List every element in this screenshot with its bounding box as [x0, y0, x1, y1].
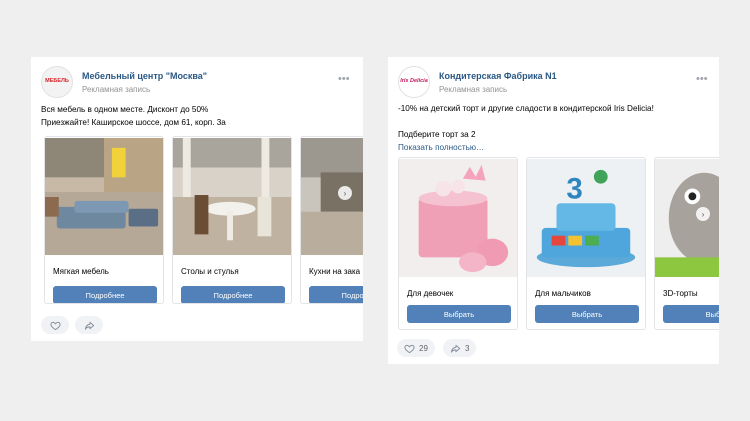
share-button[interactable]	[75, 316, 103, 334]
post-text-spacer	[398, 115, 654, 128]
share-icon	[84, 321, 94, 330]
post-text: -10% на детский торт и другие сладости в…	[398, 102, 654, 154]
ad-post-furniture: МЕБЕЛЬ Мебельный центр "Москва" Рекламна…	[31, 57, 363, 341]
author-name-link[interactable]: Кондитерская Фабрика N1	[439, 71, 557, 81]
card-image-blue-cake: 3	[527, 159, 645, 277]
post-text-line: Подберите торт за 2	[398, 130, 476, 139]
card-title: Для девочек	[407, 289, 454, 298]
ad-post-confectionery: Iris Delicia Кондитерская Фабрика N1 Рек…	[388, 57, 719, 364]
carousel-card[interactable]: 3 Для мальчиков Выбрать	[526, 157, 646, 330]
ad-label: Рекламная запись	[82, 85, 151, 94]
logo-text: Iris Delicia	[400, 78, 428, 85]
card-image-3d-cake	[655, 159, 719, 277]
post-text: Вся мебель в одном месте. Дисконт до 50%…	[41, 103, 226, 129]
carousel-card[interactable]: 3D-торты Выбр	[654, 157, 719, 330]
logo-text: МЕБЕЛЬ	[45, 78, 69, 85]
carousel-next-icon[interactable]: ›	[338, 186, 352, 200]
share-button[interactable]: 3	[443, 339, 477, 357]
ad-label: Рекламная запись	[439, 85, 508, 94]
post-header: Iris Delicia Кондитерская Фабрика N1 Рек…	[398, 66, 719, 98]
card-title: Мягкая мебель	[53, 267, 109, 276]
carousel-next-icon[interactable]: ›	[696, 207, 710, 221]
card-image-sofa	[45, 137, 163, 256]
post-text-line: -10% на детский торт и другие сладости в…	[398, 104, 654, 113]
heart-icon	[404, 344, 415, 353]
like-button[interactable]	[41, 316, 69, 334]
post-text-line: Приезжайте! Каширское шоссе, дом 61, кор…	[41, 118, 226, 127]
card-image-kitchen	[301, 137, 363, 256]
like-count: 29	[419, 343, 428, 353]
carousel-card[interactable]: Столы и стулья Подробнее	[172, 136, 292, 304]
post-header: МЕБЕЛЬ Мебельный центр "Москва" Рекламна…	[41, 66, 363, 98]
show-more-link[interactable]: Показать полностью…	[398, 141, 654, 154]
share-icon	[450, 344, 461, 353]
svg-text:3: 3	[566, 172, 582, 205]
choose-button[interactable]: Выбрать	[407, 305, 511, 323]
more-icon[interactable]: •••	[338, 74, 350, 85]
share-count: 3	[465, 343, 470, 353]
heart-icon	[49, 321, 61, 330]
card-title: 3D-торты	[663, 289, 698, 298]
details-button[interactable]: Подробнее	[309, 286, 363, 303]
card-image-tables	[173, 137, 291, 256]
card-title: Для мальчиков	[535, 289, 591, 298]
details-button[interactable]: Подробнее	[181, 286, 285, 303]
more-icon[interactable]: •••	[696, 74, 708, 85]
author-avatar[interactable]: МЕБЕЛЬ	[41, 66, 73, 98]
author-avatar[interactable]: Iris Delicia	[398, 66, 430, 98]
choose-button[interactable]: Выбрать	[535, 305, 639, 323]
details-button[interactable]: Подробнее	[53, 286, 157, 303]
card-title: Столы и стулья	[181, 267, 239, 276]
carousel-card[interactable]: Кухни на зака Подробнее	[300, 136, 363, 304]
like-button[interactable]: 29	[397, 339, 435, 357]
carousel-card[interactable]: Мягкая мебель Подробнее	[44, 136, 164, 304]
carousel-card[interactable]: Для девочек Выбрать	[398, 157, 518, 330]
post-text-line: Вся мебель в одном месте. Дисконт до 50%	[41, 105, 209, 114]
card-image-pink-cake	[399, 159, 517, 277]
card-title: Кухни на зака	[309, 267, 361, 276]
author-name-link[interactable]: Мебельный центр "Москва"	[82, 71, 207, 81]
choose-button[interactable]: Выбр	[663, 305, 719, 323]
